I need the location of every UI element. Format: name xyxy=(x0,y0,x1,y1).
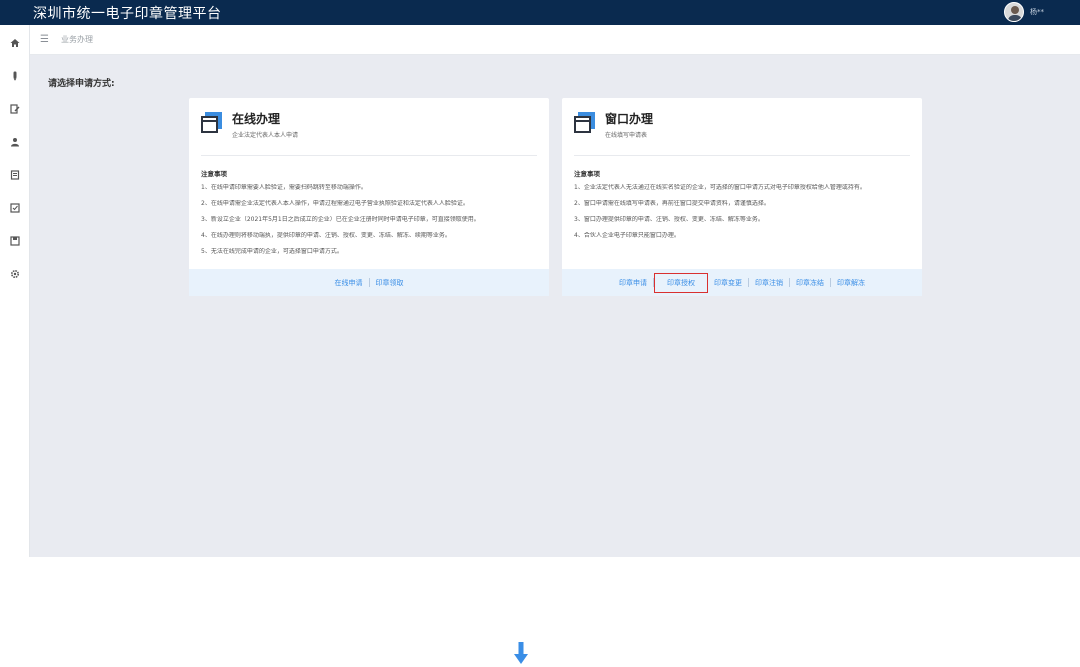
note-item: 1、企业法定代表人无法通过在线实名验证的企业，可选择的窗口申请方式对电子印章授权… xyxy=(574,184,866,191)
divider xyxy=(201,155,537,156)
seal-change-link[interactable]: 印章变更 xyxy=(708,278,748,288)
online-card: 在线办理 企业法定代表人本人申请 注意事项 1、在线申请印章需要人脸验证，需要扫… xyxy=(189,98,549,296)
seal-freeze-link[interactable]: 印章冻结 xyxy=(790,278,830,288)
note-item: 2、在线申请需企业法定代表人本人操作，申请过程需通过电子营业执照验证和法定代表人… xyxy=(201,200,469,207)
checklist-icon[interactable] xyxy=(9,202,21,214)
app-window: 深圳市统一电子印章管理平台 杨** ☰ 业务办理 请选择申请方式: 在线办理 企… xyxy=(0,0,1080,557)
window-notes: 1、企业法定代表人无法通过在线实名验证的企业，可选择的窗口申请方式对电子印章授权… xyxy=(574,184,914,248)
seal-apply-link[interactable]: 印章申请 xyxy=(613,278,653,288)
breadcrumb-current[interactable]: 业务办理 xyxy=(61,34,93,45)
note-item: 1、在线申请印章需要人脸验证，需要扫码跳转至移动端操作。 xyxy=(201,184,367,191)
app-title: 深圳市统一电子印章管理平台 xyxy=(33,5,222,22)
note-item: 2、窗口申请需在线填写申请表，再前往窗口提交申请资料，请谨慎选择。 xyxy=(574,200,770,207)
note-item: 4、合伙人企业电子印章只能窗口办理。 xyxy=(574,232,680,239)
seal-authorize-link[interactable]: 印章授权 xyxy=(654,272,708,293)
window-card-footer: 印章申请 印章授权 印章变更 印章注销 印章冻结 印章解冻 xyxy=(562,269,922,296)
user-icon[interactable] xyxy=(9,136,21,148)
book-icon[interactable] xyxy=(9,169,21,181)
sidebar xyxy=(0,25,30,557)
online-notes: 1、在线申请印章需要人脸验证，需要扫码跳转至移动端操作。 2、在线申请需企业法定… xyxy=(201,184,541,264)
window-icon xyxy=(201,112,223,134)
note-item: 4、在线办理则将移动端执，提供印章的申请、注销、授权、变更、冻结、解冻、续期等业… xyxy=(201,232,451,239)
online-card-subtitle: 企业法定代表人本人申请 xyxy=(232,132,299,139)
seal-cancel-link[interactable]: 印章注销 xyxy=(749,278,789,288)
home-icon[interactable] xyxy=(9,37,21,49)
seal-receive-link[interactable]: 印章领取 xyxy=(370,278,410,288)
save-icon[interactable] xyxy=(9,235,21,247)
down-arrow-icon xyxy=(514,642,528,664)
note-item: 3、新设立企业（2021年5月1日之后成立的企业）已在企业注册时同时申请电子印章… xyxy=(201,216,480,223)
window-card-title: 窗口办理 xyxy=(605,112,654,126)
online-notes-title: 注意事项 xyxy=(201,170,227,178)
note-item: 5、无法在线完成申请的企业，可选择窗口申请方式。 xyxy=(201,248,343,255)
window-card-subtitle: 在线填写申请表 xyxy=(605,132,648,139)
online-card-header: 在线办理 企业法定代表人本人申请 xyxy=(201,110,298,139)
user-menu[interactable]: 杨** xyxy=(1004,2,1044,22)
online-apply-link[interactable]: 在线申请 xyxy=(329,278,369,288)
window-notes-title: 注意事项 xyxy=(574,170,600,178)
online-card-footer: 在线申请 印章领取 xyxy=(189,269,549,296)
window-card-header: 窗口办理 在线填写申请表 xyxy=(574,110,653,139)
divider xyxy=(574,155,910,156)
page-title: 请选择申请方式: xyxy=(48,79,115,89)
seal-unfreeze-link[interactable]: 印章解冻 xyxy=(831,278,871,288)
online-card-title: 在线办理 xyxy=(232,112,281,126)
user-name[interactable]: 杨** xyxy=(1030,7,1044,17)
avatar[interactable] xyxy=(1004,2,1024,22)
top-bar: 深圳市统一电子印章管理平台 杨** xyxy=(0,0,1080,25)
pen-icon[interactable] xyxy=(9,70,21,82)
window-icon xyxy=(574,112,596,134)
main-content: 请选择申请方式: 在线办理 企业法定代表人本人申请 注意事项 1、在线申请印章需… xyxy=(30,55,1080,557)
breadcrumb: ☰ 业务办理 xyxy=(30,25,1080,55)
gear-icon[interactable] xyxy=(9,268,21,280)
edit-icon[interactable] xyxy=(9,103,21,115)
menu-toggle-icon[interactable]: ☰ xyxy=(40,34,49,45)
window-card: 窗口办理 在线填写申请表 注意事项 1、企业法定代表人无法通过在线实名验证的企业… xyxy=(562,98,922,296)
note-item: 3、窗口办理提供印章的申请、注销、授权、变更、冻结、解冻等业务。 xyxy=(574,216,764,223)
